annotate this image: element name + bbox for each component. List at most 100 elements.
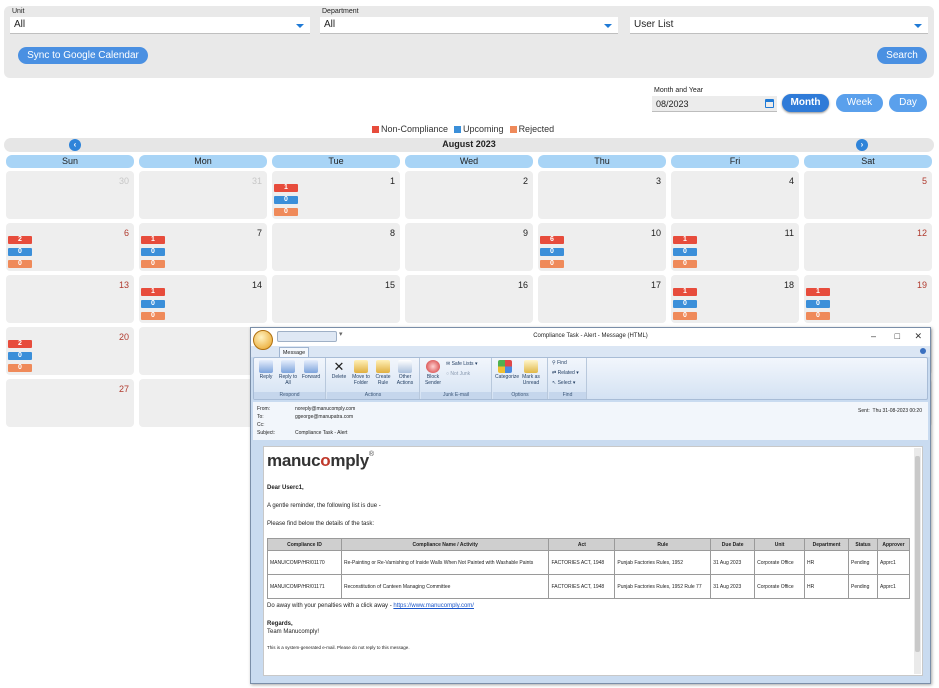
day-number: 27	[118, 384, 129, 394]
upcoming-count[interactable]: 0	[806, 300, 830, 308]
minimize-icon[interactable]: –	[871, 331, 876, 341]
calendar-day-cell[interactable]: 6 2 0 0	[6, 223, 134, 271]
safe-lists-button[interactable]: ✉ Safe Lists ▾	[446, 361, 477, 367]
rejected-count[interactable]: 0	[540, 260, 564, 268]
other-actions-button[interactable]: Other Actions	[395, 360, 415, 386]
calendar-day-cell[interactable]: 2	[405, 171, 533, 219]
rejected-count[interactable]: 0	[673, 260, 697, 268]
close-icon[interactable]: ✕	[914, 331, 922, 342]
select-button[interactable]: ↖ Select ▾	[552, 380, 575, 386]
block-sender-icon	[426, 360, 440, 373]
day-number: 18	[783, 280, 794, 290]
scrollbar[interactable]	[914, 448, 921, 674]
non-compliance-count[interactable]: 1	[673, 288, 697, 296]
create-rule-button[interactable]: Create Rule	[373, 360, 393, 386]
non-compliance-count[interactable]: 6	[540, 236, 564, 244]
non-compliance-count[interactable]: 1	[141, 236, 165, 244]
non-compliance-count[interactable]: 1	[673, 236, 697, 244]
select-icon: ↖	[552, 380, 557, 386]
calendar-day-cell[interactable]: 1 1 0 0	[272, 171, 400, 219]
rejected-count[interactable]: 0	[141, 260, 165, 268]
upcoming-count[interactable]: 0	[673, 300, 697, 308]
rejected-count[interactable]: 0	[8, 260, 32, 268]
calendar-day-cell[interactable]: 15	[272, 275, 400, 323]
table-cell: Corporate Office	[754, 574, 806, 599]
non-compliance-count[interactable]: 2	[8, 340, 32, 348]
maximize-icon[interactable]: □	[895, 331, 900, 341]
calendar-day-cell[interactable]: 14 1 0 0	[139, 275, 267, 323]
non-compliance-count[interactable]: 1	[274, 184, 298, 192]
rejected-count[interactable]: 0	[141, 312, 165, 320]
calendar-day-cell[interactable]: 10 6 0 0	[538, 223, 666, 271]
calendar-day-cell[interactable]: 7 1 0 0	[139, 223, 267, 271]
calendar-day-cell[interactable]: 16	[405, 275, 533, 323]
upcoming-count[interactable]: 0	[673, 248, 697, 256]
calendar-icon[interactable]	[765, 99, 774, 108]
rejected-count[interactable]: 0	[8, 364, 32, 372]
rejected-count[interactable]: 0	[673, 312, 697, 320]
upcoming-count[interactable]: 0	[8, 248, 32, 256]
upcoming-count[interactable]: 0	[540, 248, 564, 256]
calendar-day-cell[interactable]: 4	[671, 171, 799, 219]
legend-non-compliance: Non-Compliance	[372, 124, 448, 134]
find-button[interactable]: ⚲ Find	[552, 360, 567, 366]
manucomply-link[interactable]: https://www.manucomply.com/	[393, 603, 474, 609]
scrollbar-thumb[interactable]	[915, 456, 920, 652]
table-cell: Punjab Factories Rules, 1952	[614, 550, 712, 575]
non-compliance-count[interactable]: 1	[806, 288, 830, 296]
categorize-button[interactable]: Categorize	[495, 360, 519, 380]
table-cell: Pending	[848, 574, 878, 599]
non-compliance-count[interactable]: 2	[8, 236, 32, 244]
calendar-day-cell[interactable]: 17	[538, 275, 666, 323]
upcoming-count[interactable]: 0	[141, 248, 165, 256]
calendar-day-cell[interactable]: 27	[6, 379, 134, 427]
forward-button[interactable]: Forward	[301, 360, 321, 380]
calendar-day-cell[interactable]: 9	[405, 223, 533, 271]
to-value[interactable]: ggeorge@manupatra.com	[295, 414, 353, 420]
calendar-day-cell[interactable]: 20 2 0 0	[6, 327, 134, 375]
sync-google-calendar-button[interactable]: Sync to Google Calendar	[18, 47, 148, 64]
mark-as-unread-button[interactable]: Mark as Unread	[521, 360, 541, 386]
move-to-folder-button[interactable]: Move to Folder	[351, 360, 371, 386]
week-view-button[interactable]: Week	[836, 94, 883, 112]
options-group-label: Options	[493, 392, 547, 399]
userlist-select[interactable]: User List	[630, 17, 928, 34]
calendar-day-cell[interactable]: 12	[804, 223, 932, 271]
month-year-input[interactable]: 08/2023	[652, 96, 777, 112]
respond-group-label: Respond	[254, 392, 325, 399]
calendar-day-cell[interactable]: 13	[6, 275, 134, 323]
delete-button[interactable]: ✕ Delete	[329, 360, 349, 380]
not-junk-button[interactable]: ○ Not Junk	[446, 371, 470, 377]
department-select[interactable]: All	[320, 17, 618, 34]
unit-select[interactable]: All	[10, 17, 310, 34]
next-month-icon[interactable]: ›	[856, 139, 868, 151]
month-view-button[interactable]: Month	[782, 94, 829, 112]
reply-all-button[interactable]: Reply to All	[278, 360, 298, 386]
calendar-day-cell[interactable]: 31	[139, 171, 267, 219]
upcoming-count[interactable]: 0	[274, 196, 298, 204]
calendar-day-cell[interactable]: 18 1 0 0	[671, 275, 799, 323]
reply-button[interactable]: Reply	[256, 360, 276, 380]
calendar-day-cell[interactable]	[139, 379, 267, 427]
search-button[interactable]: Search	[877, 47, 927, 64]
calendar-day-cell[interactable]: 5	[804, 171, 932, 219]
calendar-day-cell[interactable]: 19 1 0 0	[804, 275, 932, 323]
block-sender-button[interactable]: Block Sender	[423, 360, 443, 386]
upcoming-count[interactable]: 0	[8, 352, 32, 360]
rejected-count[interactable]: 0	[274, 208, 298, 216]
binoculars-icon: ⚲	[552, 360, 556, 366]
calendar-day-cell[interactable]: 30	[6, 171, 134, 219]
day-view-button[interactable]: Day	[889, 94, 927, 112]
from-value[interactable]: noreply@manucomply.com	[295, 406, 355, 412]
calendar-day-cell[interactable]	[139, 327, 267, 375]
calendar-day-cell[interactable]: 8	[272, 223, 400, 271]
office-button-icon[interactable]	[253, 330, 273, 350]
related-button[interactable]: ⇄ Related ▾	[552, 370, 579, 376]
table-cell: Re-Painting or Re-Varnishing of Inside W…	[340, 550, 550, 575]
calendar-day-cell[interactable]: 3	[538, 171, 666, 219]
upcoming-count[interactable]: 0	[141, 300, 165, 308]
calendar-day-cell[interactable]: 11 1 0 0	[671, 223, 799, 271]
help-icon[interactable]	[920, 348, 926, 354]
rejected-count[interactable]: 0	[806, 312, 830, 320]
non-compliance-count[interactable]: 1	[141, 288, 165, 296]
